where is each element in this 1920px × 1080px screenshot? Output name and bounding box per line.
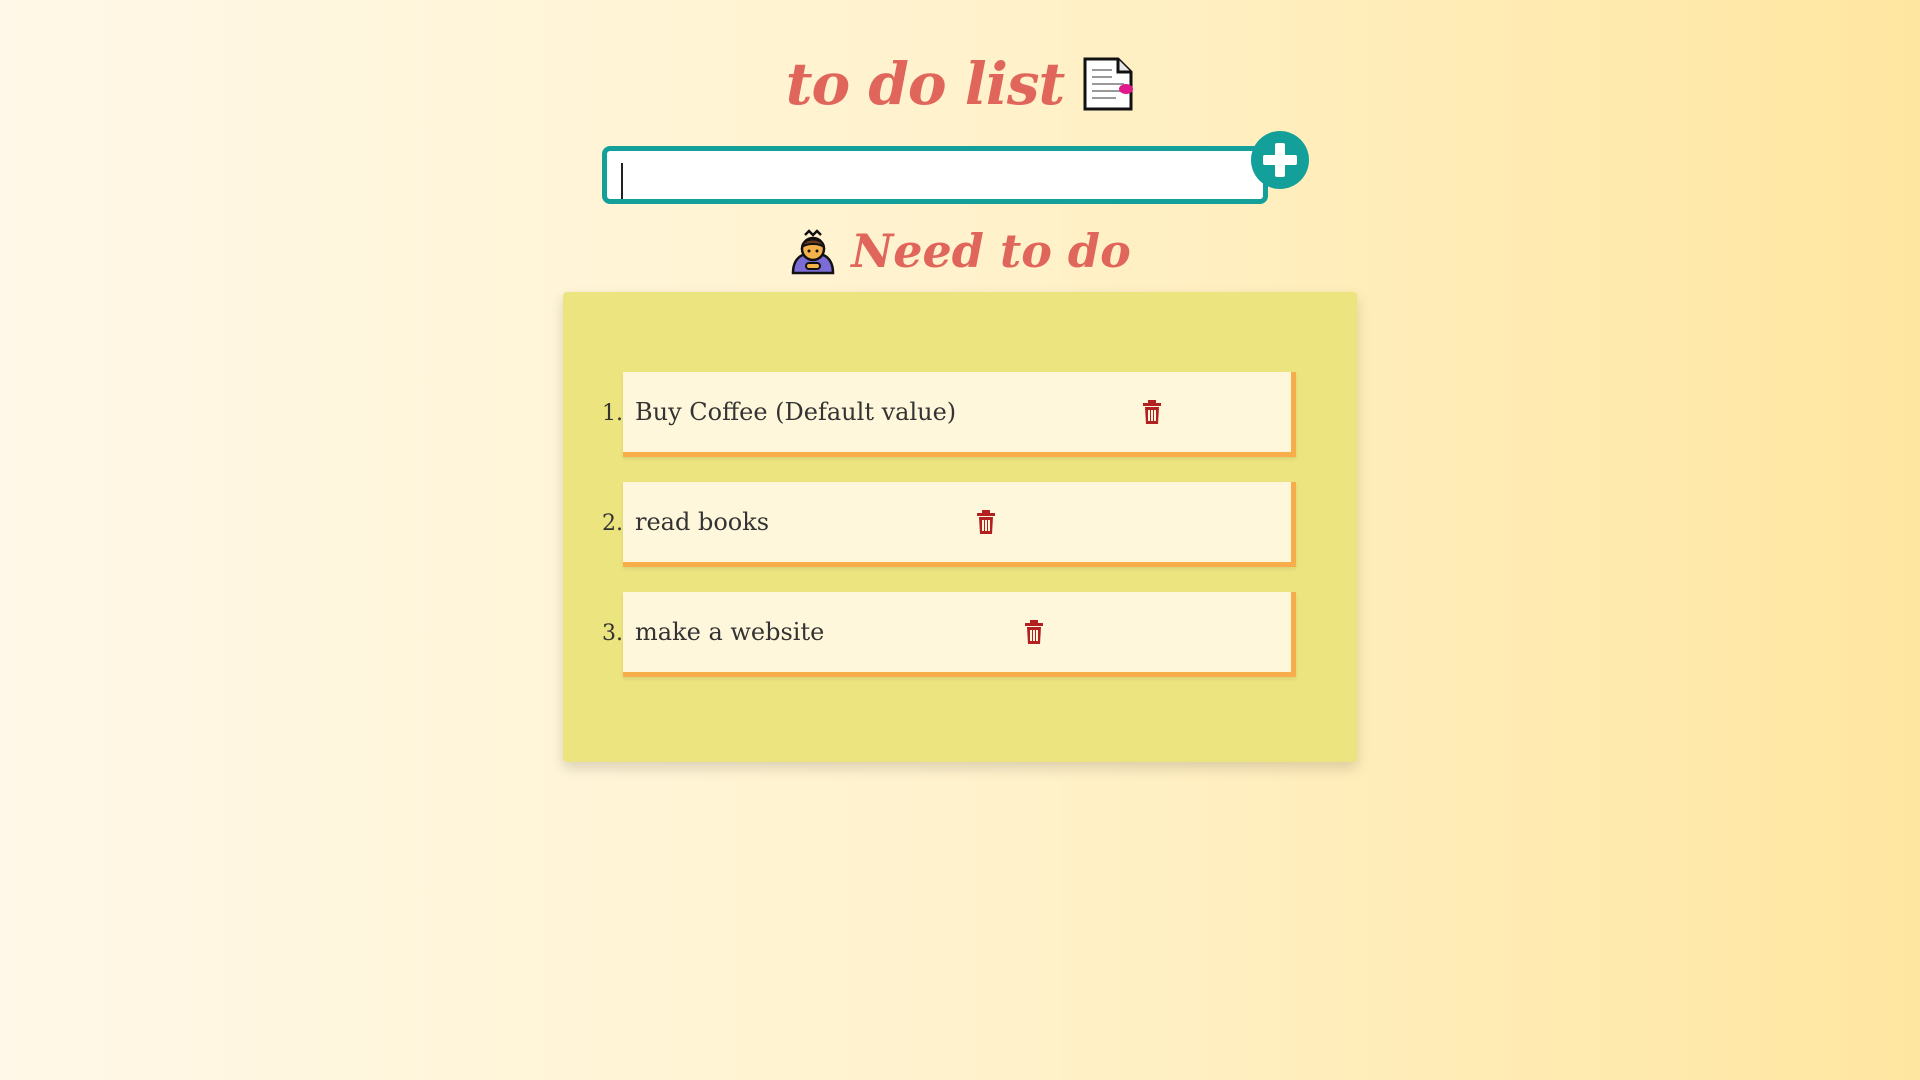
plus-icon: [1251, 131, 1309, 189]
trash-icon: [1141, 400, 1163, 427]
trash-icon: [1023, 620, 1045, 647]
add-task-form: [0, 130, 1920, 210]
todo-item: 3. make a website: [563, 592, 1357, 677]
add-task-button[interactable]: [1251, 131, 1309, 189]
todo-card: Buy Coffee (Default value): [623, 372, 1296, 457]
todo-card: make a website: [623, 592, 1296, 677]
text-caret: [621, 163, 623, 199]
todo-item: 1. Buy Coffee (Default value): [563, 372, 1357, 457]
todo-text: Buy Coffee (Default value): [635, 398, 957, 426]
document-icon: [1082, 56, 1134, 112]
person-bowing-icon: [789, 227, 837, 275]
delete-button[interactable]: [1023, 620, 1045, 646]
section-title: Need to do: [851, 224, 1131, 278]
todo-panel: 1. Buy Coffee (Default value) 2. read bo…: [563, 292, 1357, 762]
item-number: 2.: [602, 511, 623, 536]
trash-icon: [975, 510, 997, 537]
todo-text: read books: [635, 508, 770, 536]
item-number: 1.: [602, 401, 623, 426]
todo-list: 1. Buy Coffee (Default value) 2. read bo…: [563, 372, 1357, 702]
page-title: to do list: [785, 50, 1066, 118]
delete-button[interactable]: [975, 510, 997, 536]
section-header: Need to do: [0, 218, 1920, 284]
todo-item: 2. read books: [563, 482, 1357, 567]
header: to do list: [0, 44, 1920, 124]
todo-text: make a website: [635, 618, 825, 646]
item-number: 3.: [602, 621, 623, 646]
delete-button[interactable]: [1141, 400, 1163, 426]
task-input[interactable]: [602, 146, 1268, 204]
todo-card: read books: [623, 482, 1296, 567]
